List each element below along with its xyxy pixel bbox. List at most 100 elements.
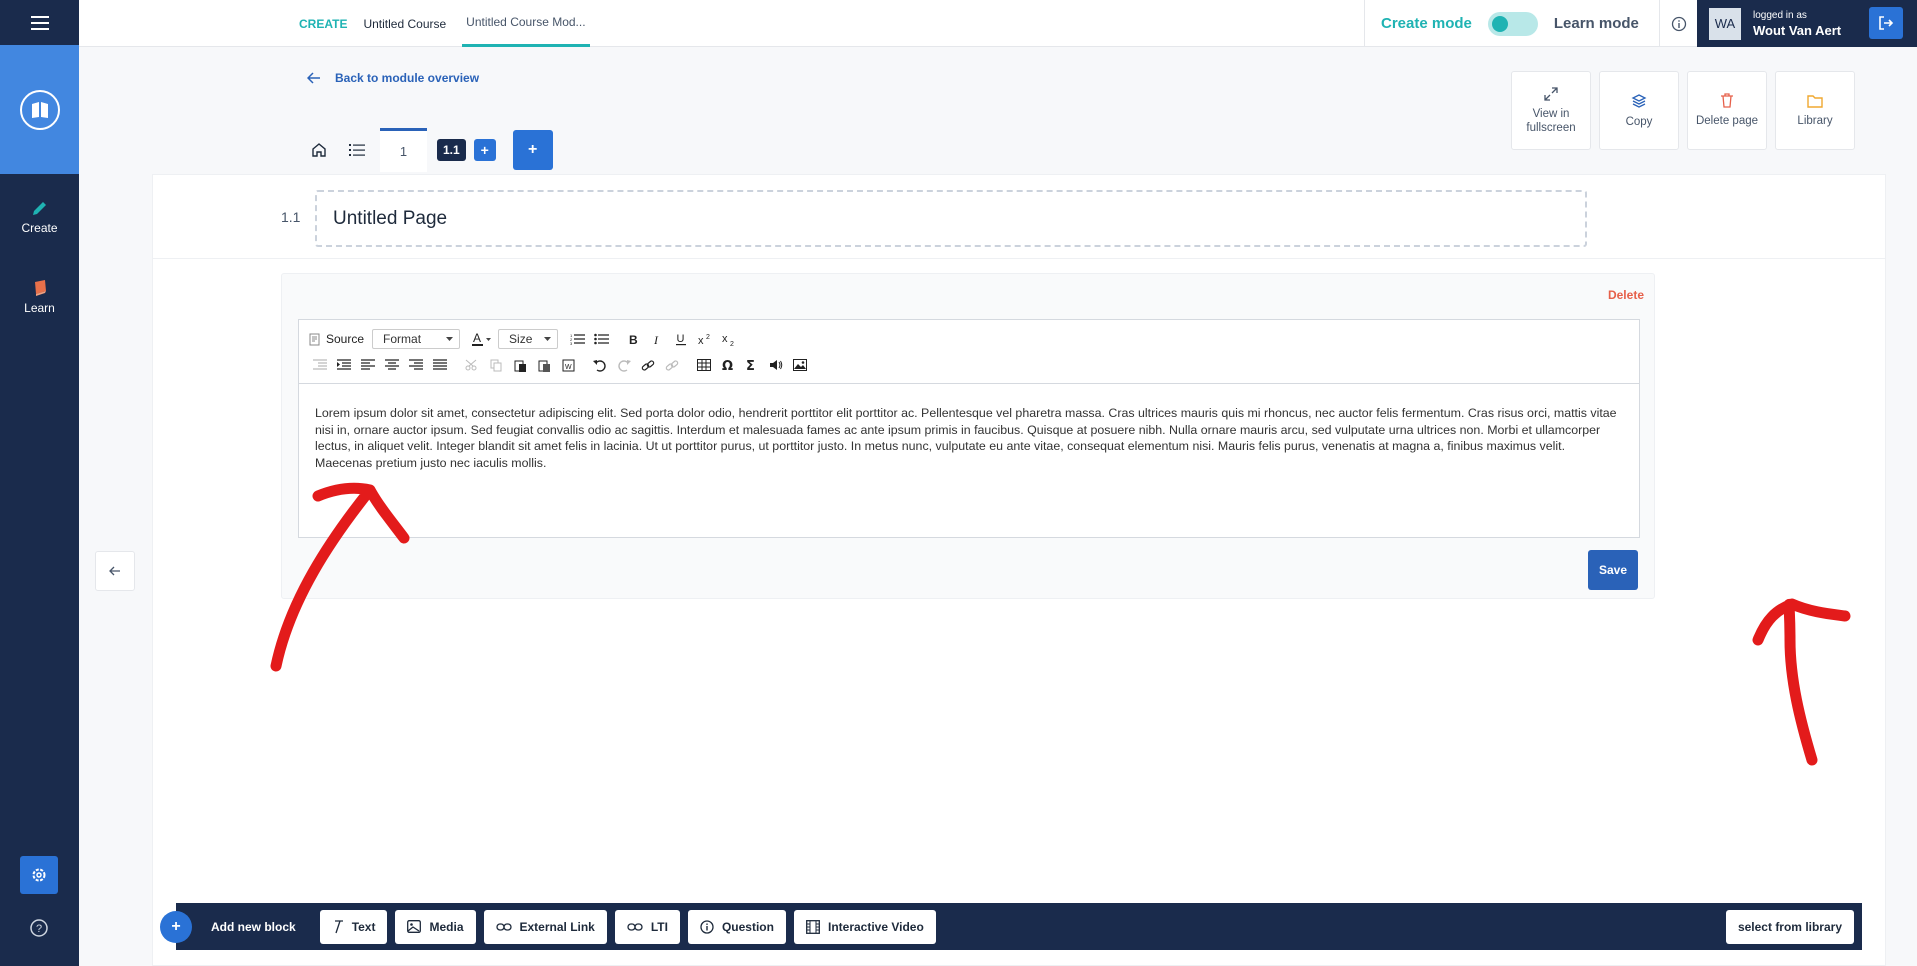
outdent-icon	[313, 359, 327, 370]
save-button[interactable]: Save	[1588, 550, 1638, 590]
numbered-list-button[interactable]: 123	[566, 328, 588, 350]
outdent-button[interactable]	[309, 354, 331, 376]
tab-page-1[interactable]: 1	[380, 128, 427, 172]
breadcrumb-course[interactable]: Untitled Course	[363, 0, 446, 47]
align-left-button[interactable]	[357, 354, 379, 376]
justify-button[interactable]	[429, 354, 451, 376]
add-subpage-button[interactable]: +	[473, 139, 496, 161]
delete-page-button[interactable]: Delete page	[1687, 71, 1767, 150]
breadcrumb-module[interactable]: Untitled Course Mod...	[462, 0, 590, 47]
logout-button[interactable]	[1869, 7, 1903, 39]
paste-button[interactable]	[509, 354, 531, 376]
svg-text:x: x	[698, 335, 704, 346]
add-interactive-video-block-button[interactable]: Interactive Video	[793, 909, 936, 944]
select-from-library-button[interactable]: select from library	[1725, 910, 1854, 944]
text-color-button[interactable]: A	[468, 328, 496, 350]
svg-text:?: ?	[36, 923, 42, 935]
info-button[interactable]	[1659, 0, 1697, 47]
speaker-icon	[770, 360, 783, 370]
sidebar-item-create[interactable]: Create	[0, 199, 79, 235]
copy-button[interactable]: Copy	[1599, 71, 1679, 150]
collapse-button[interactable]	[95, 551, 135, 591]
tab-home[interactable]	[300, 128, 338, 172]
page-title-input[interactable]: Untitled Page	[315, 190, 1587, 247]
image-icon	[407, 920, 422, 933]
undo-button[interactable]	[589, 354, 611, 376]
pencil-icon	[32, 202, 46, 215]
paste-text-button[interactable]	[533, 354, 555, 376]
source-icon	[309, 333, 320, 345]
subscript-button[interactable]: x2	[718, 328, 740, 350]
add-media-block-button[interactable]: Media	[395, 909, 476, 944]
unlink-icon	[665, 359, 679, 371]
layers-icon	[1631, 93, 1647, 108]
source-label: Source	[326, 332, 365, 346]
redo-button[interactable]	[613, 354, 635, 376]
image-button[interactable]	[789, 354, 811, 376]
menu-button[interactable]	[0, 0, 79, 45]
add-new-block-label: Add new block	[211, 919, 296, 934]
add-page-button[interactable]: +	[512, 130, 553, 170]
info-icon	[700, 919, 714, 934]
bold-button[interactable]: B	[622, 328, 644, 350]
size-label: Size	[509, 332, 533, 346]
paste-word-icon: W	[562, 359, 574, 371]
app-logo[interactable]	[0, 45, 79, 174]
table-button[interactable]	[693, 354, 715, 376]
align-center-button[interactable]	[381, 354, 403, 376]
add-question-block-button[interactable]: Question	[687, 909, 786, 944]
undo-icon	[593, 359, 606, 372]
audio-button[interactable]	[765, 354, 787, 376]
help-button[interactable]: ?	[28, 917, 50, 939]
special-char-button[interactable]: Ω	[717, 354, 739, 376]
add-lti-block-button[interactable]: LTI	[614, 909, 680, 944]
math-button[interactable]: Σ	[741, 354, 763, 376]
superscript-button[interactable]: x2	[694, 328, 716, 350]
align-right-button[interactable]	[405, 354, 427, 376]
paste-word-button[interactable]: W	[557, 354, 579, 376]
add-text-block-button[interactable]: Text	[319, 909, 388, 944]
subpage-1-1-button[interactable]: 1.1	[437, 139, 466, 161]
bullet-list-button[interactable]	[590, 328, 612, 350]
create-mode-label[interactable]: Create mode	[1381, 15, 1472, 32]
unlink-button[interactable]	[661, 354, 683, 376]
mode-toggle[interactable]	[1487, 11, 1538, 36]
sigma-icon: Σ	[746, 359, 755, 372]
view-fullscreen-button[interactable]: View in fullscreen	[1511, 71, 1591, 150]
editor-content[interactable]: Lorem ipsum dolor sit amet, consectetur …	[299, 384, 1639, 492]
rich-text-editor: Source Format A Size 123 B I U x 2 x 2 W…	[298, 319, 1640, 538]
learn-mode-label[interactable]: Learn mode	[1554, 15, 1639, 32]
link-icon	[641, 359, 655, 371]
link-button[interactable]	[637, 354, 659, 376]
indent-button[interactable]	[333, 354, 355, 376]
size-select[interactable]: Size	[498, 329, 559, 349]
logged-in-caption: logged in as	[1753, 9, 1807, 21]
home-icon	[312, 143, 326, 157]
source-button[interactable]: Source	[309, 328, 364, 350]
settings-button[interactable]	[20, 856, 58, 894]
add-external-link-block-button[interactable]: External Link	[483, 909, 607, 944]
tab-list[interactable]	[338, 128, 376, 172]
breadcrumb-create[interactable]: CREATE	[299, 0, 347, 47]
svg-text:I: I	[653, 333, 659, 346]
arrow-left-icon	[109, 566, 120, 576]
cut-button[interactable]	[461, 354, 483, 376]
copy-text-button[interactable]	[485, 354, 507, 376]
add-block-plus-button[interactable]: +	[160, 911, 192, 943]
link-icon	[627, 922, 643, 931]
page-title-row: 1.1 Untitled Page	[153, 175, 1885, 259]
format-select[interactable]: Format	[372, 329, 461, 349]
add-interactive-video-label: Interactive Video	[827, 919, 924, 934]
library-button[interactable]: Library	[1775, 71, 1855, 150]
delete-block-button[interactable]: Delete	[1608, 288, 1644, 302]
italic-button[interactable]: I	[646, 328, 668, 350]
breadcrumb: CREATE Untitled Course Untitled Course M…	[299, 0, 606, 47]
back-to-module-link[interactable]: Back to module overview	[307, 71, 479, 85]
sidebar-item-learn[interactable]: Learn	[0, 279, 79, 315]
bold-icon: B	[629, 333, 638, 346]
underline-button[interactable]: U	[670, 328, 692, 350]
add-block-bar: + Add new block Text Media External Link…	[160, 903, 1862, 950]
page-tabs: 1 1.1 + +	[300, 128, 553, 172]
view-fullscreen-label: View in fullscreen	[1526, 107, 1576, 134]
paste-icon	[514, 360, 526, 372]
